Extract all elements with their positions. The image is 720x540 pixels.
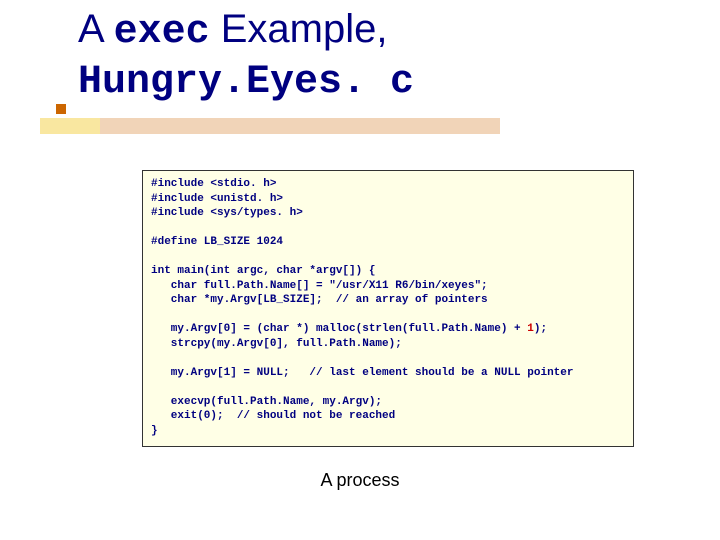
- title-mono2: Hungry.Eyes. c: [78, 60, 414, 105]
- title-pre: A: [78, 7, 114, 51]
- title-mono1: exec: [114, 10, 210, 55]
- code-box: #include <stdio. h> #include <unistd. h>…: [142, 170, 634, 447]
- accent-bar-right: [100, 118, 500, 134]
- slide-title: A exec Example, Hungry.Eyes. c: [78, 6, 678, 106]
- title-mid: Example,: [210, 7, 388, 51]
- slide: A exec Example, Hungry.Eyes. c #include …: [0, 0, 720, 540]
- accent-bullet-icon: [56, 104, 66, 114]
- code-content: #include <stdio. h> #include <unistd. h>…: [151, 177, 625, 438]
- accent-bar-left: [40, 118, 100, 134]
- caption: A process: [0, 470, 720, 491]
